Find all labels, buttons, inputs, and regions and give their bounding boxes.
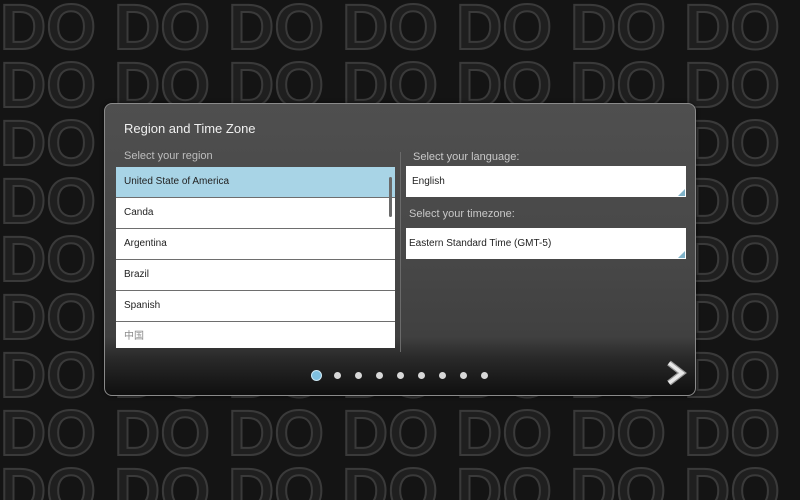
page-dot[interactable] bbox=[334, 371, 341, 379]
page-indicator bbox=[311, 369, 502, 381]
region-item[interactable]: Brazil bbox=[116, 260, 395, 291]
language-select[interactable]: English bbox=[406, 166, 686, 197]
region-item[interactable]: 中国 bbox=[116, 322, 395, 348]
page-dot[interactable] bbox=[460, 371, 467, 379]
dropdown-corner-icon bbox=[678, 251, 685, 258]
page-dot[interactable] bbox=[376, 371, 383, 379]
region-list[interactable]: United State of America Canda Argentina … bbox=[116, 167, 395, 348]
region-label: Select your region bbox=[124, 150, 213, 162]
page-dot[interactable] bbox=[481, 371, 488, 379]
column-divider bbox=[400, 152, 401, 352]
page-dot-active[interactable] bbox=[311, 369, 322, 381]
timezone-select[interactable]: Eastern Standard Time (GMT-5) bbox=[406, 228, 686, 259]
language-value: English bbox=[412, 176, 445, 187]
dropdown-corner-icon bbox=[678, 189, 685, 196]
timezone-value: Eastern Standard Time (GMT-5) bbox=[409, 238, 552, 249]
page-dot[interactable] bbox=[355, 371, 362, 379]
timezone-label: Select your timezone: bbox=[409, 208, 515, 220]
next-button[interactable] bbox=[664, 360, 688, 386]
language-label: Select your language: bbox=[413, 151, 520, 163]
region-item[interactable]: Spanish bbox=[116, 291, 395, 322]
region-scrollbar[interactable] bbox=[389, 177, 392, 217]
page-dot[interactable] bbox=[397, 371, 404, 379]
region-item[interactable]: United State of America bbox=[116, 167, 395, 198]
region-timezone-dialog: Region and Time Zone Select your region … bbox=[104, 103, 696, 396]
region-item[interactable]: Canda bbox=[116, 198, 395, 229]
page-dot[interactable] bbox=[439, 371, 446, 379]
region-item[interactable]: Argentina bbox=[116, 229, 395, 260]
dialog-title: Region and Time Zone bbox=[124, 121, 256, 136]
chevron-right-icon bbox=[667, 360, 687, 386]
page-dot[interactable] bbox=[418, 371, 425, 379]
